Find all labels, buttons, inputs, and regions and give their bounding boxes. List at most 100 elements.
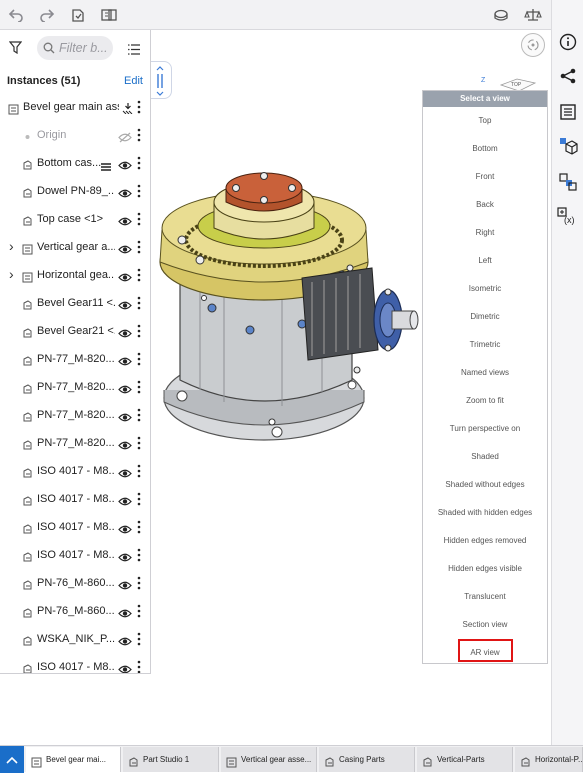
edit-link[interactable]: Edit — [124, 75, 143, 87]
more-options-icon[interactable] — [136, 576, 142, 590]
info-icon[interactable] — [556, 30, 580, 54]
tree-row[interactable]: › Horizontal gea... — [0, 262, 150, 290]
view-option-turn-perspective-on[interactable]: Turn perspective on — [423, 415, 547, 443]
view-option-zoom-to-fit[interactable]: Zoom to fit — [423, 387, 547, 415]
eye-icon[interactable] — [118, 438, 132, 450]
tree-row[interactable]: PN-77_M-820... — [0, 346, 150, 374]
tree-row[interactable]: PN-76_M-860... — [0, 598, 150, 626]
view-option-translucent[interactable]: Translucent — [423, 583, 547, 611]
view-option-named-views[interactable]: Named views — [423, 359, 547, 387]
eye-icon[interactable] — [118, 354, 132, 366]
tree-row[interactable]: Bevel Gear21 <... — [0, 318, 150, 346]
eye-icon[interactable] — [118, 522, 132, 534]
view-option-front[interactable]: Front — [423, 163, 547, 191]
tree-row[interactable]: Dowel PN-89_... — [0, 178, 150, 206]
more-options-icon[interactable] — [136, 492, 142, 506]
tree-row[interactable]: Bevel gear main ass... — [0, 94, 150, 122]
more-options-icon[interactable] — [136, 296, 142, 310]
view-option-right[interactable]: Right — [423, 219, 547, 247]
document-tab[interactable]: Vertical-Parts — [417, 747, 513, 772]
eye-icon[interactable] — [118, 158, 132, 170]
document-tab[interactable]: Part Studio 1 — [123, 747, 219, 772]
eye-icon[interactable] — [118, 634, 132, 646]
measure-icon[interactable] — [490, 4, 512, 26]
view-option-bottom[interactable]: Bottom — [423, 135, 547, 163]
view-option-shaded-without-edges[interactable]: Shaded without edges — [423, 471, 547, 499]
view-option-shaded-with-hidden-edges[interactable]: Shaded with hidden edges — [423, 499, 547, 527]
mass-properties-icon[interactable] — [522, 4, 544, 26]
view-option-shaded[interactable]: Shaded — [423, 443, 547, 471]
configurations-icon[interactable] — [556, 134, 580, 158]
view-option-top[interactable]: Top — [423, 107, 547, 135]
view-option-back[interactable]: Back — [423, 191, 547, 219]
redo-icon[interactable] — [36, 4, 58, 26]
eye-icon[interactable] — [118, 578, 132, 590]
tree-row[interactable]: ISO 4017 - M8... — [0, 654, 150, 673]
appearances-icon[interactable] — [556, 170, 580, 194]
more-options-icon[interactable] — [136, 548, 142, 562]
eye-icon[interactable] — [118, 410, 132, 422]
eye-icon[interactable] — [118, 382, 132, 394]
eye-icon[interactable] — [118, 494, 132, 506]
chevron-right-icon[interactable]: › — [9, 266, 14, 282]
filter-input[interactable]: Filter b... — [37, 36, 113, 60]
more-options-icon[interactable] — [136, 212, 142, 226]
more-options-icon[interactable] — [136, 240, 142, 254]
view-option-left[interactable]: Left — [423, 247, 547, 275]
more-options-icon[interactable] — [136, 380, 142, 394]
view-option-section-view[interactable]: Section view — [423, 611, 547, 639]
document-tab[interactable]: Bevel gear mai... — [26, 747, 121, 772]
rotate-view-icon[interactable] — [521, 33, 545, 57]
tree-row[interactable]: ISO 4017 - M8... — [0, 458, 150, 486]
more-options-icon[interactable] — [136, 604, 142, 618]
more-options-icon[interactable] — [136, 100, 142, 114]
more-options-icon[interactable] — [136, 184, 142, 198]
mate-connector-icon[interactable] — [98, 4, 120, 26]
eye-icon[interactable] — [118, 606, 132, 618]
eye-icon[interactable] — [118, 186, 132, 198]
tree-row[interactable]: ISO 4017 - M8... — [0, 486, 150, 514]
more-options-icon[interactable] — [136, 436, 142, 450]
tab-manager-button[interactable] — [0, 746, 24, 773]
more-options-icon[interactable] — [136, 128, 142, 142]
variables-icon[interactable]: (x) — [556, 204, 580, 228]
document-tab[interactable]: Horizontal-P... — [515, 747, 583, 772]
tree-row[interactable]: Origin — [0, 122, 150, 150]
eye-off-icon[interactable] — [118, 130, 132, 143]
tree-row[interactable]: WSKA_NIK_P... — [0, 626, 150, 654]
view-option-dimetric[interactable]: Dimetric — [423, 303, 547, 331]
tree-row[interactable]: PN-77_M-820... — [0, 374, 150, 402]
view-option-isometric[interactable]: Isometric — [423, 275, 547, 303]
insert-part-icon[interactable] — [67, 4, 89, 26]
undo-icon[interactable] — [5, 4, 27, 26]
eye-icon[interactable] — [118, 242, 132, 254]
tree-row[interactable]: PN-77_M-820... — [0, 430, 150, 458]
tree-row[interactable]: PN-77_M-820... — [0, 402, 150, 430]
eye-icon[interactable] — [118, 662, 132, 673]
chevron-right-icon[interactable]: › — [9, 238, 14, 254]
more-options-icon[interactable] — [136, 352, 142, 366]
more-options-icon[interactable] — [136, 464, 142, 478]
tree-row[interactable]: › Vertical gear a... — [0, 234, 150, 262]
view-option-trimetric[interactable]: Trimetric — [423, 331, 547, 359]
eye-icon[interactable] — [118, 214, 132, 226]
more-options-icon[interactable] — [136, 632, 142, 646]
tree-row[interactable]: ISO 4017 - M8... — [0, 514, 150, 542]
eye-icon[interactable] — [118, 466, 132, 478]
tree-row[interactable]: ISO 4017 - M8... — [0, 542, 150, 570]
more-options-icon[interactable] — [136, 520, 142, 534]
bill-of-materials-icon[interactable] — [556, 100, 580, 124]
tree-row[interactable]: PN-76_M-860... — [0, 570, 150, 598]
more-options-icon[interactable] — [136, 408, 142, 422]
eye-icon[interactable] — [118, 550, 132, 562]
eye-icon[interactable] — [118, 298, 132, 310]
eye-icon[interactable] — [118, 270, 132, 282]
share-icon[interactable] — [556, 64, 580, 88]
tree-row[interactable]: Bottom cas... — [0, 150, 150, 178]
more-options-icon[interactable] — [136, 660, 142, 673]
more-options-icon[interactable] — [136, 156, 142, 170]
eye-icon[interactable] — [118, 326, 132, 338]
view-option-hidden-edges-removed[interactable]: Hidden edges removed — [423, 527, 547, 555]
tree-row[interactable]: Bevel Gear11 <... — [0, 290, 150, 318]
more-options-icon[interactable] — [136, 268, 142, 282]
